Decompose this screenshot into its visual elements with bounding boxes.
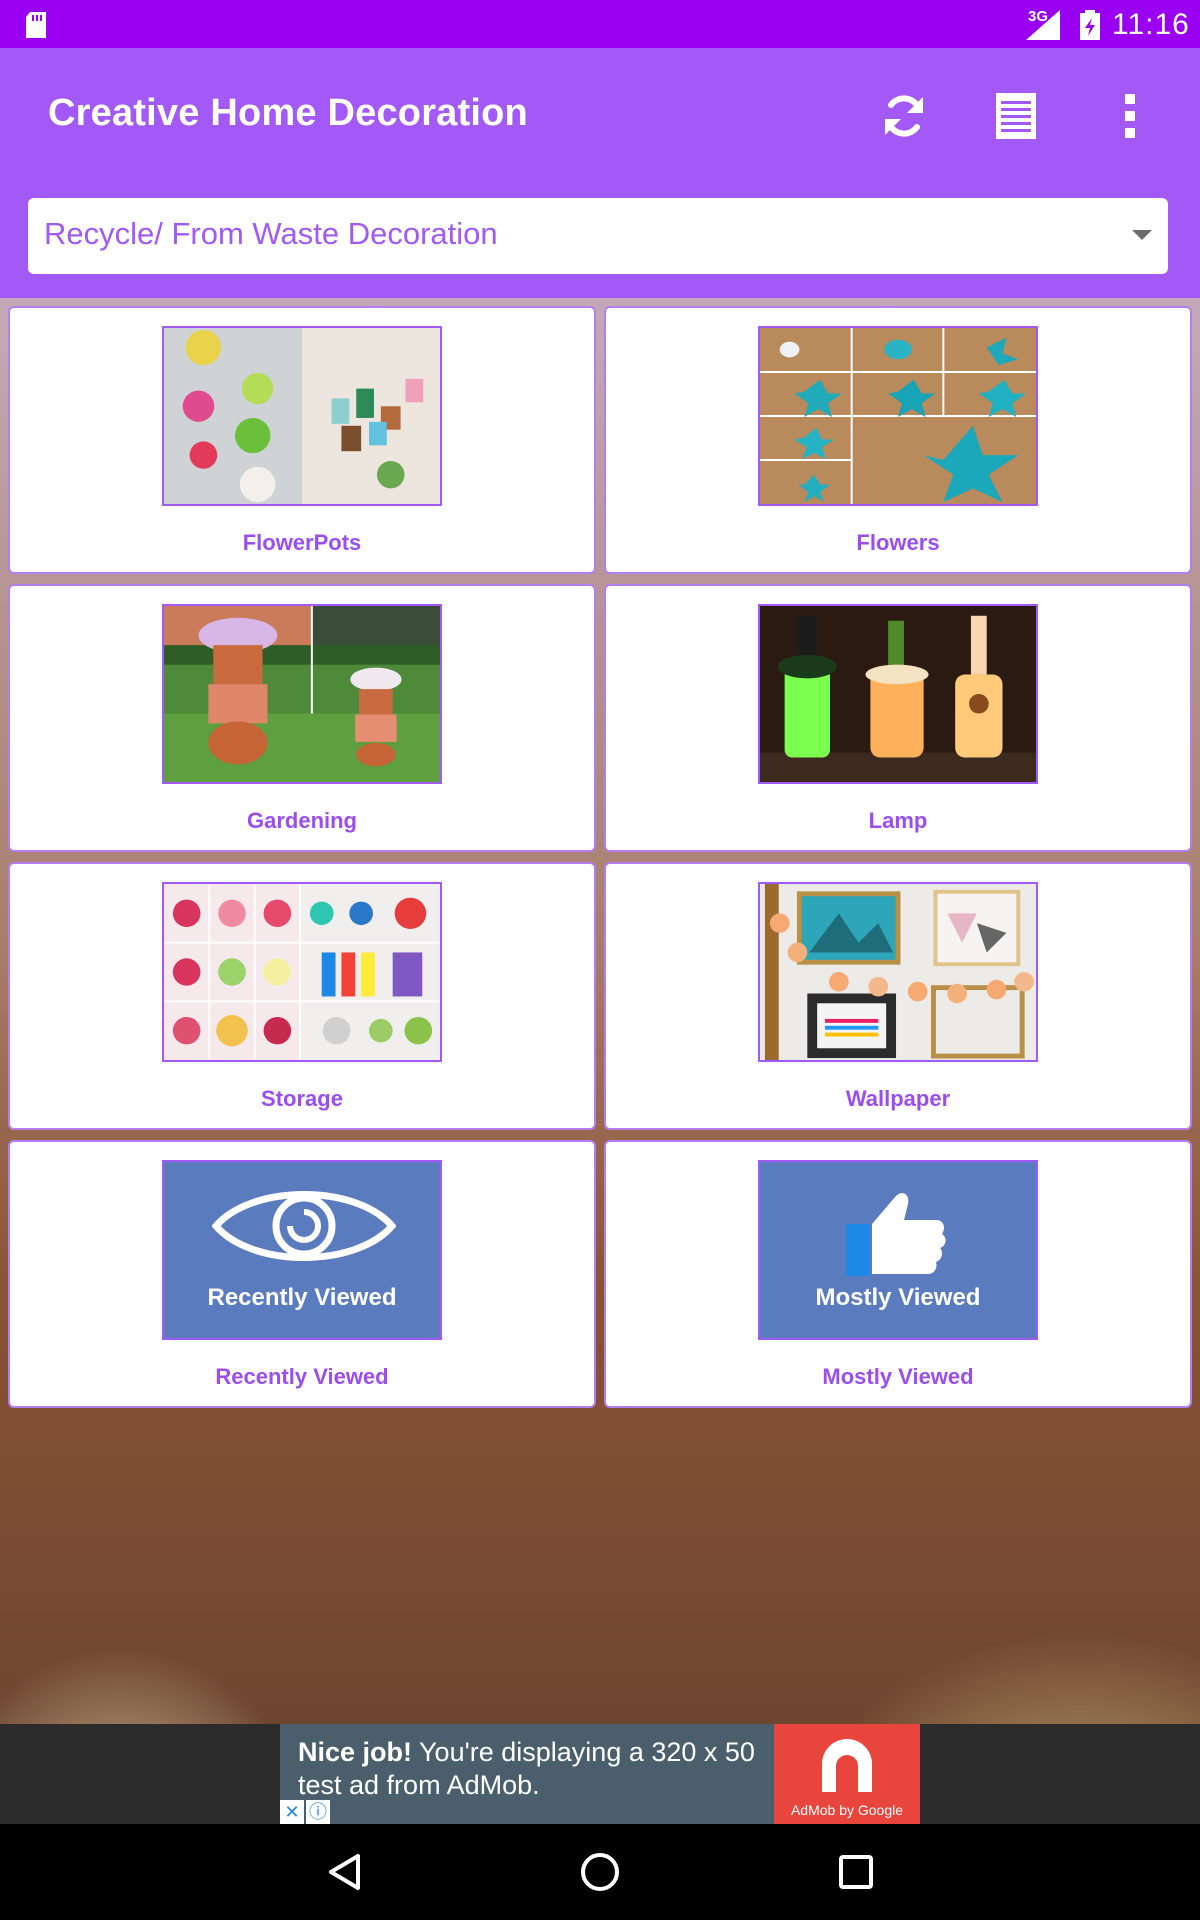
network-type: 3G: [1028, 8, 1049, 25]
list-icon: [996, 93, 1036, 139]
mostly-viewed-thumbnail: Mostly Viewed: [758, 1160, 1038, 1340]
ad-close-button[interactable]: ✕: [280, 1800, 304, 1824]
list-view-button[interactable]: [984, 84, 1048, 148]
category-label: Wallpaper: [845, 1086, 951, 1111]
home-button[interactable]: [568, 1840, 632, 1904]
category-card-lamp[interactable]: Lamp: [604, 584, 1192, 852]
home-icon: [581, 1853, 619, 1891]
flowers-thumbnail: [758, 326, 1038, 506]
category-label: Recently Viewed: [215, 1364, 389, 1389]
recently-viewed-tile-text: Recently Viewed: [207, 1284, 397, 1311]
category-label: Lamp: [868, 808, 928, 833]
category-card-flowers[interactable]: Flowers: [604, 306, 1192, 574]
category-label: FlowerPots: [242, 530, 362, 555]
ad-text: Nice job! You're displaying a 320 x 50 t…: [298, 1736, 778, 1802]
category-card-wallpaper[interactable]: Wallpaper: [604, 862, 1192, 1130]
recently-viewed-tile: Recently Viewed: [164, 1162, 440, 1338]
mostly-viewed-tile-text: Mostly Viewed: [815, 1284, 981, 1311]
recents-icon: [839, 1855, 873, 1889]
app-bar: Creative Home Decoration Recycle/ From W…: [0, 48, 1200, 298]
admob-logo: AdMob by Google: [774, 1724, 920, 1824]
category-card-mostly-viewed[interactable]: Mostly Viewed Mostly Viewed: [604, 1140, 1192, 1408]
category-card-recently-viewed[interactable]: Recently Viewed Recently Viewed: [8, 1140, 596, 1408]
category-card-gardening[interactable]: Gardening: [8, 584, 596, 852]
close-icon: ✕: [284, 1802, 300, 1822]
refresh-icon: [885, 95, 923, 137]
category-label: Gardening: [246, 808, 357, 833]
mostly-viewed-tile: Mostly Viewed: [760, 1162, 1036, 1338]
gardening-thumbnail: [162, 604, 442, 784]
thumbs-up-icon: [846, 1193, 946, 1276]
back-button[interactable]: [312, 1840, 376, 1904]
status-clock: 11:16: [1112, 8, 1190, 41]
more-vertical-icon: [1125, 94, 1135, 138]
back-icon: [329, 1854, 360, 1890]
sd-card-icon: [26, 12, 46, 38]
app-title: Creative Home Decoration: [48, 92, 528, 134]
category-dropdown[interactable]: Recycle/ From Waste Decoration: [28, 198, 1168, 274]
admob-logo-icon: [822, 1739, 872, 1792]
storage-thumbnail: [162, 882, 442, 1062]
info-icon: ⓘ: [309, 1802, 327, 1822]
wallpaper-thumbnail: [758, 882, 1038, 1062]
category-card-flowerpots[interactable]: FlowerPots: [8, 306, 596, 574]
flowerpots-thumbnail: [162, 326, 442, 506]
recently-viewed-thumbnail: Recently Viewed: [162, 1160, 442, 1340]
overflow-menu-button[interactable]: [1098, 84, 1162, 148]
refresh-button[interactable]: [872, 84, 936, 148]
battery-icon: [1080, 10, 1100, 40]
eye-icon: [212, 1191, 396, 1261]
dropdown-arrow-icon: [1132, 230, 1152, 240]
category-label: Storage: [261, 1086, 343, 1111]
navigation-bar: [0, 1824, 1200, 1920]
status-bar: 3G 11:16: [0, 0, 1200, 48]
ad-brand: AdMob by Google: [790, 1802, 904, 1818]
ad-info-button[interactable]: ⓘ: [306, 1800, 330, 1824]
recents-button[interactable]: [824, 1840, 888, 1904]
category-card-storage[interactable]: Storage: [8, 862, 596, 1130]
ad-banner[interactable]: Nice job! You're displaying a 320 x 50 t…: [280, 1724, 920, 1824]
ad-headline: Nice job!: [298, 1737, 413, 1767]
category-label: Mostly Viewed: [822, 1364, 974, 1389]
ad-strip: Nice job! You're displaying a 320 x 50 t…: [0, 1724, 1200, 1824]
category-label: Flowers: [856, 530, 940, 555]
category-dropdown-value: Recycle/ From Waste Decoration: [44, 216, 498, 251]
lamp-thumbnail: [758, 604, 1038, 784]
